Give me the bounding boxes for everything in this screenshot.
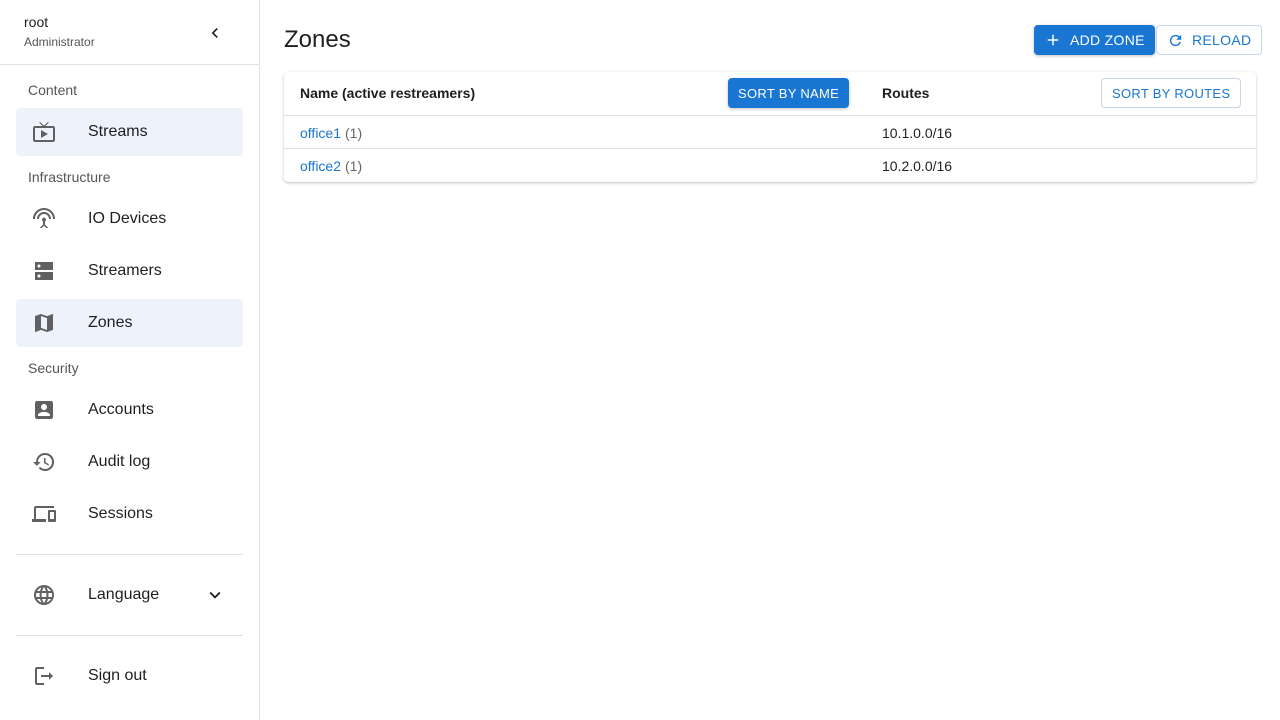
routes-cell: 10.2.0.0/16	[882, 158, 953, 174]
sign-out-button[interactable]: Sign out	[16, 652, 243, 700]
collapse-sidebar-button[interactable]	[200, 18, 230, 48]
sidebar-item-label: IO Devices	[88, 210, 167, 227]
zones-table: Name (active restreamers) SORT BY NAME R…	[284, 72, 1256, 182]
column-header-routes: Routes	[882, 85, 930, 101]
tv-icon	[32, 120, 56, 144]
user-role: Administrator	[24, 35, 95, 49]
table-row: office2 (1) 10.2.0.0/16	[284, 149, 1256, 182]
sidebar-item-label: Streamers	[88, 262, 162, 279]
sidebar: root Administrator Content Streams Infra…	[0, 0, 260, 720]
table-row: office1 (1) 10.1.0.0/16	[284, 116, 1256, 149]
section-label-infrastructure: Infrastructure	[28, 169, 111, 185]
logout-icon	[32, 664, 56, 688]
language-selector[interactable]: Language	[16, 571, 243, 619]
refresh-icon	[1167, 32, 1184, 49]
map-icon	[32, 311, 56, 335]
sidebar-item-label: Streams	[88, 123, 148, 140]
chevron-down-icon	[203, 583, 227, 607]
sidebar-item-label: Audit log	[88, 453, 151, 470]
sidebar-item-sessions[interactable]: Sessions	[16, 490, 243, 538]
divider	[16, 554, 243, 555]
zone-link[interactable]: office2	[300, 158, 341, 174]
antenna-icon	[32, 207, 56, 231]
routes-cell: 10.1.0.0/16	[882, 125, 953, 141]
section-label-security: Security	[28, 360, 79, 376]
sidebar-item-label: Sessions	[88, 505, 153, 522]
sidebar-item-io-devices[interactable]: IO Devices	[16, 195, 243, 243]
sidebar-item-streams[interactable]: Streams	[16, 108, 243, 156]
reload-label: RELOAD	[1192, 32, 1252, 48]
zone-name-cell: office1 (1)	[300, 125, 362, 141]
sort-by-name-button[interactable]: SORT BY NAME	[728, 78, 850, 108]
plus-icon	[1044, 31, 1062, 49]
add-zone-button[interactable]: ADD ZONE	[1034, 25, 1155, 55]
sort-by-routes-button[interactable]: SORT BY ROUTES	[1101, 78, 1242, 108]
divider	[16, 635, 243, 636]
active-restreamers-count: (1)	[345, 158, 363, 174]
devices-icon	[32, 502, 56, 526]
section-label-content: Content	[28, 82, 78, 98]
add-zone-label: ADD ZONE	[1070, 32, 1145, 48]
main-content: Zones ADD ZONE RELOAD Name (active restr…	[260, 0, 1280, 720]
user-name: root	[24, 14, 49, 30]
sidebar-item-label: Zones	[88, 314, 133, 331]
column-header-name: Name (active restreamers)	[300, 85, 476, 101]
page-title: Zones	[284, 26, 351, 53]
zone-link[interactable]: office1	[300, 125, 341, 141]
active-restreamers-count: (1)	[345, 125, 363, 141]
sidebar-item-streamers[interactable]: Streamers	[16, 247, 243, 295]
divider	[0, 64, 259, 65]
user-info: root Administrator	[24, 14, 95, 50]
sign-out-label: Sign out	[88, 667, 147, 684]
sidebar-item-accounts[interactable]: Accounts	[16, 386, 243, 434]
language-label: Language	[88, 586, 160, 603]
sidebar-item-label: Accounts	[88, 401, 154, 418]
table-header: Name (active restreamers) SORT BY NAME R…	[284, 72, 1256, 116]
sidebar-item-zones[interactable]: Zones	[16, 299, 243, 347]
account-box-icon	[32, 398, 56, 422]
server-icon	[32, 259, 56, 283]
chevron-left-icon	[211, 28, 218, 38]
globe-icon	[32, 583, 56, 607]
reload-button[interactable]: RELOAD	[1156, 25, 1263, 55]
sidebar-item-audit-log[interactable]: Audit log	[16, 438, 243, 486]
zone-name-cell: office2 (1)	[300, 158, 362, 174]
app: root Administrator Content Streams Infra…	[0, 0, 1280, 720]
history-icon	[32, 450, 56, 474]
